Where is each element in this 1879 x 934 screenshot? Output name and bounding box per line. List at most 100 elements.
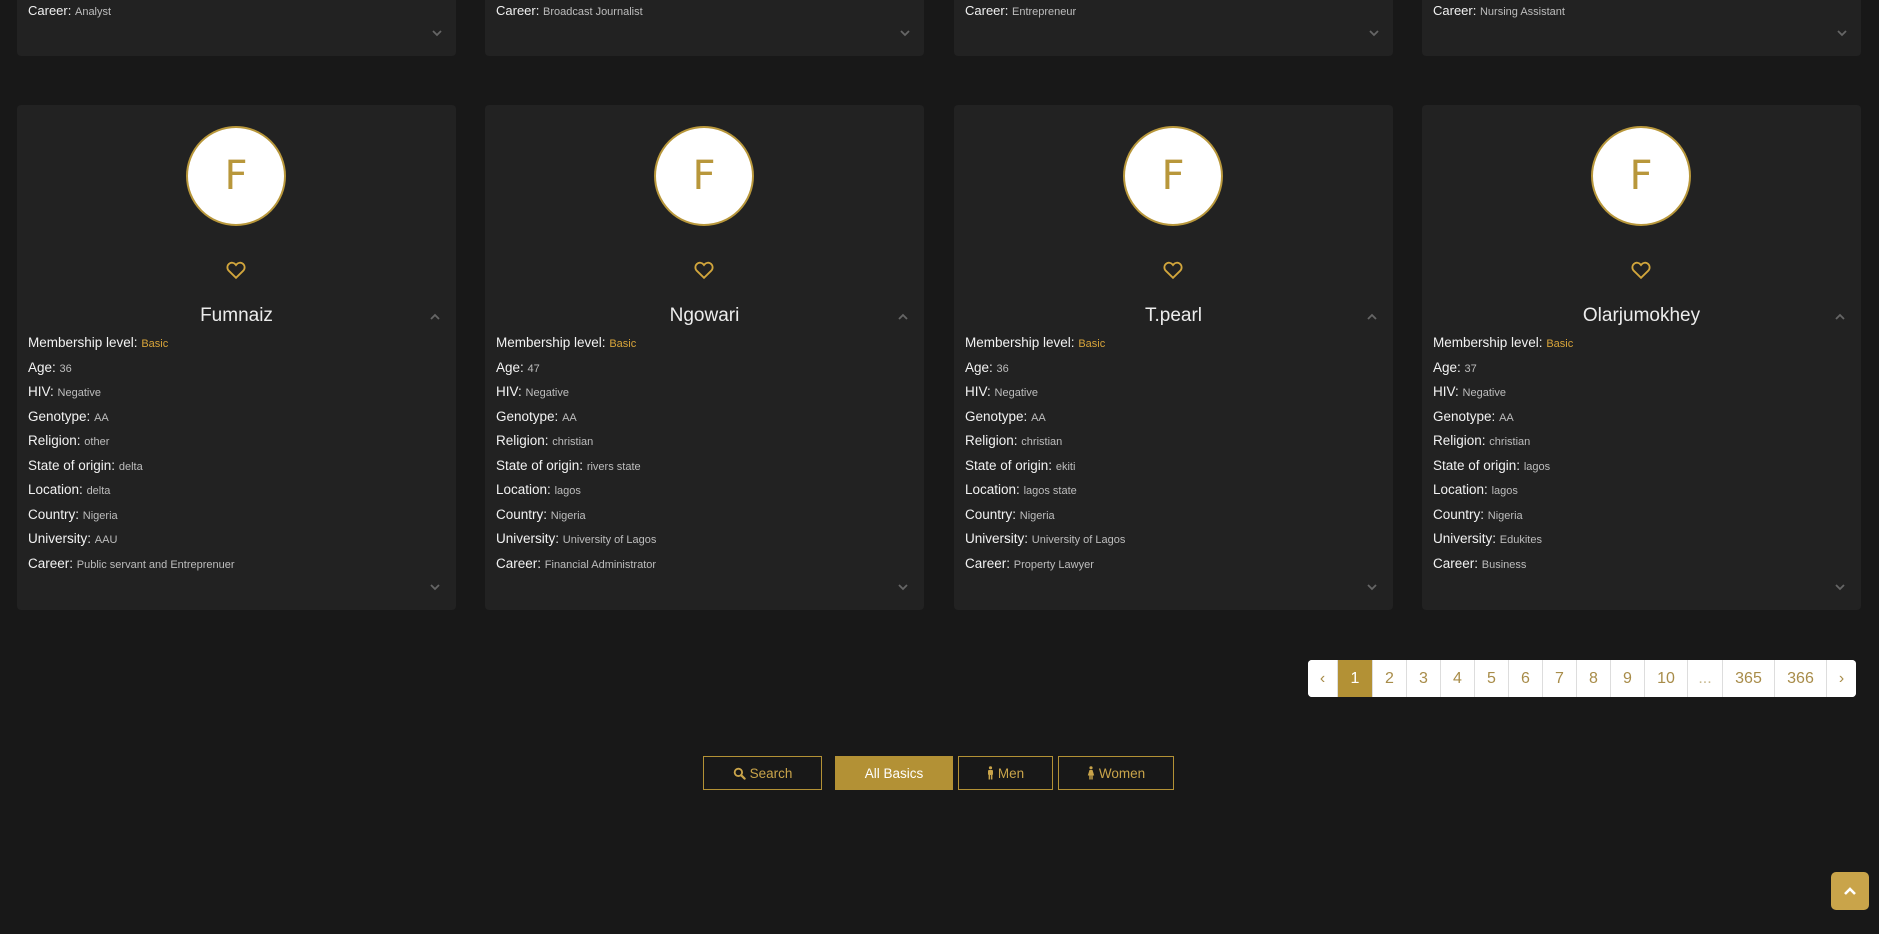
heart-icon[interactable]: [1630, 259, 1652, 281]
heart-icon[interactable]: [1162, 259, 1184, 281]
profile-card: F Ngowari Membership level: Basic Age: 4…: [485, 105, 924, 610]
search-button[interactable]: Search: [703, 756, 822, 790]
chevron-up-icon[interactable]: [897, 311, 909, 323]
chevron-down-icon[interactable]: [1834, 581, 1846, 593]
pagination: ‹ 1 2 3 4 5 6 7 8 9 10 ... 365 366 ›: [1308, 660, 1856, 697]
chevron-up-icon[interactable]: [429, 311, 441, 323]
religion-label: Religion:: [965, 433, 1018, 448]
chevron-down-icon[interactable]: [1368, 27, 1380, 39]
avatar[interactable]: F: [1591, 126, 1691, 226]
religion-label: Religion:: [28, 433, 81, 448]
religion-value: christian: [1489, 436, 1531, 448]
all-basics-button[interactable]: All Basics: [835, 756, 953, 790]
country-row: Country: Nigeria: [965, 507, 1125, 532]
membership-label: Membership level:: [28, 335, 138, 350]
membership-row: Membership level: Basic: [965, 335, 1125, 360]
university-row: University: Edukites: [1433, 531, 1573, 556]
state-of-origin-value: delta: [118, 460, 143, 473]
chevron-down-icon[interactable]: [1836, 27, 1848, 39]
pagination-page-1[interactable]: 1: [1338, 660, 1373, 697]
state-of-origin-row: State of origin: rivers state: [496, 458, 656, 483]
pagination-page-2[interactable]: 2: [1373, 660, 1407, 697]
hiv-label: HIV:: [496, 384, 522, 399]
chevron-down-icon[interactable]: [429, 581, 441, 593]
search-icon: [733, 767, 746, 780]
age-label: Age:: [965, 359, 993, 375]
state-of-origin-value: lagos: [1523, 460, 1551, 473]
pagination-page-8[interactable]: 8: [1577, 660, 1611, 697]
career-label: Career:: [496, 555, 542, 571]
age-label: Age:: [496, 359, 524, 375]
career-row: Career: Business: [1433, 556, 1573, 581]
pagination-page-366[interactable]: 366: [1775, 660, 1827, 697]
location-label: Location:: [28, 482, 83, 497]
women-button[interactable]: Women: [1058, 756, 1174, 790]
genotype-label: Genotype:: [28, 408, 91, 424]
genotype-label: Genotype:: [965, 408, 1028, 424]
chevron-down-icon[interactable]: [431, 27, 443, 39]
pagination-page-6[interactable]: 6: [1509, 660, 1543, 697]
location-row: Location: delta: [28, 482, 235, 507]
career-value: Public servant and Entreprenuer: [76, 558, 235, 571]
pagination-page-4[interactable]: 4: [1441, 660, 1475, 697]
profile-name[interactable]: Ngowari: [485, 305, 924, 327]
pagination-page-5[interactable]: 5: [1475, 660, 1509, 697]
country-label: Country:: [965, 506, 1017, 522]
avatar[interactable]: F: [186, 126, 286, 226]
career-label: Career:: [28, 3, 72, 18]
career-value: Nursing Assistant: [1479, 6, 1565, 18]
membership-value: Basic: [1546, 338, 1574, 350]
state-of-origin-row: State of origin: ekiti: [965, 458, 1125, 483]
avatar[interactable]: F: [1123, 126, 1223, 226]
career-value: Broadcast Journalist: [542, 6, 643, 18]
avatar-initial: F: [224, 153, 248, 199]
pagination-page-7[interactable]: 7: [1543, 660, 1577, 697]
profile-details: Membership level: Basic Age: 36 HIV: Neg…: [965, 335, 1125, 580]
religion-label: Religion:: [496, 433, 549, 448]
men-button[interactable]: Men: [958, 756, 1053, 790]
chevron-down-icon[interactable]: [1366, 581, 1378, 593]
location-label: Location:: [1433, 482, 1488, 497]
pagination-page-9[interactable]: 9: [1611, 660, 1645, 697]
profile-details: Membership level: Basic Age: 36 HIV: Neg…: [28, 335, 235, 580]
career-row: Career: Property Lawyer: [965, 556, 1125, 581]
age-value: 37: [1464, 362, 1477, 375]
chevron-up-icon[interactable]: [1834, 311, 1846, 323]
chevron-down-icon[interactable]: [899, 27, 911, 39]
university-label: University:: [496, 531, 560, 546]
search-button-label: Search: [749, 765, 793, 781]
profile-card: F Fumnaiz Membership level: Basic Age: 3…: [17, 105, 456, 610]
career-row: Career: Analyst: [28, 3, 111, 18]
career-label: Career:: [1433, 3, 1477, 18]
age-row: Age: 36: [965, 360, 1125, 385]
religion-value: other: [84, 436, 110, 448]
profile-name[interactable]: Fumnaiz: [17, 305, 456, 327]
career-row: Career: Broadcast Journalist: [496, 3, 643, 18]
chevron-up-icon: [1844, 887, 1856, 895]
heart-icon[interactable]: [693, 259, 715, 281]
profile-details: Membership level: Basic Age: 37 HIV: Neg…: [1433, 335, 1573, 580]
genotype-label: Genotype:: [496, 408, 559, 424]
country-row: Country: Nigeria: [496, 507, 656, 532]
university-row: University: University of Lagos: [965, 531, 1125, 556]
hiv-label: HIV:: [28, 384, 54, 399]
pagination-page-3[interactable]: 3: [1407, 660, 1441, 697]
profile-name[interactable]: Olarjumokhey: [1422, 305, 1861, 327]
career-value: Property Lawyer: [1013, 558, 1094, 571]
heart-icon[interactable]: [225, 259, 247, 281]
chevron-up-icon[interactable]: [1366, 311, 1378, 323]
pagination-page-10[interactable]: 10: [1645, 660, 1688, 697]
location-value: lagos state: [1023, 485, 1077, 497]
genotype-value: AA: [1031, 411, 1046, 424]
membership-row: Membership level: Basic: [28, 335, 235, 360]
avatar[interactable]: F: [654, 126, 754, 226]
pagination-page-365[interactable]: 365: [1723, 660, 1775, 697]
chevron-down-icon[interactable]: [897, 581, 909, 593]
pagination-next[interactable]: ›: [1827, 660, 1856, 697]
pagination-prev[interactable]: ‹: [1308, 660, 1338, 697]
profile-name[interactable]: T.pearl: [954, 305, 1393, 327]
scroll-to-top-button[interactable]: [1831, 872, 1869, 910]
location-value: lagos: [554, 485, 581, 497]
state-of-origin-value: rivers state: [586, 460, 641, 473]
university-value: AAU: [94, 534, 118, 546]
